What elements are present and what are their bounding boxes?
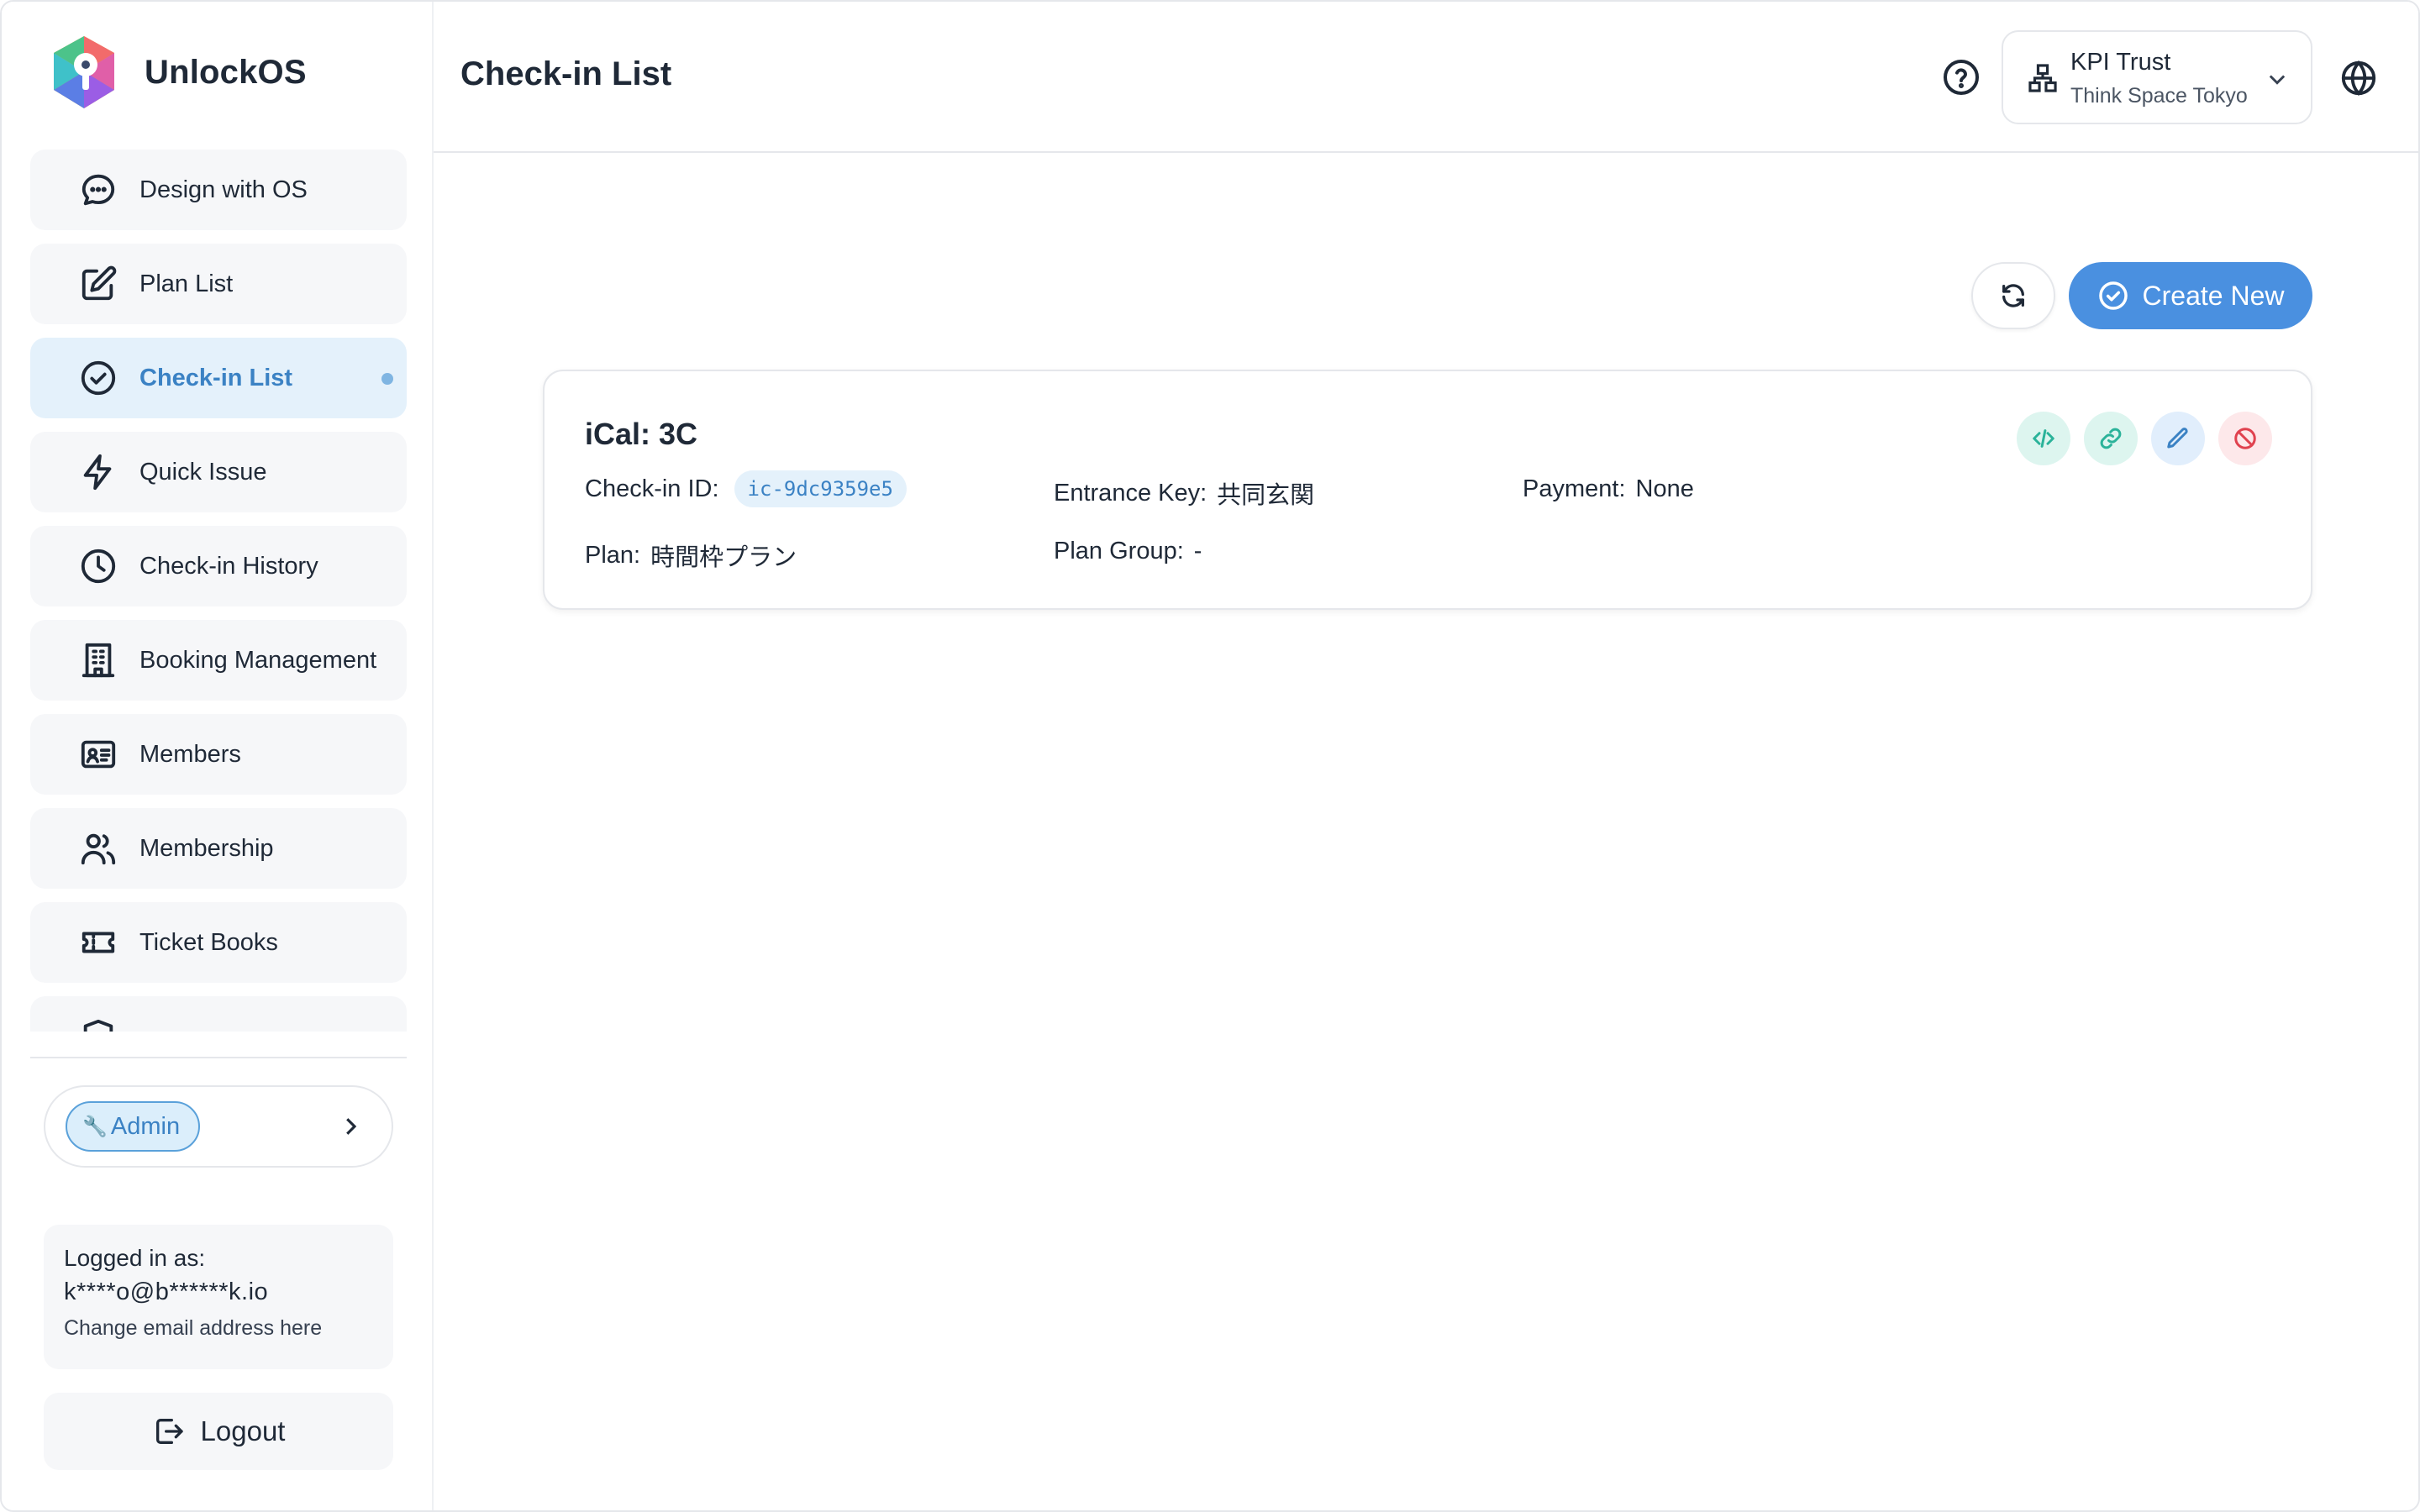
sidebar-item-membership[interactable]: Membership [30, 808, 407, 889]
page-title: Check-in List [460, 55, 672, 92]
checkin-id-chip[interactable]: ic-9dc9359e5 [734, 470, 907, 507]
globe-icon[interactable] [2339, 59, 2378, 97]
sidebar: UnlockOS Design with OS Plan List Check-… [2, 2, 434, 1510]
payment-value: None [1635, 475, 1694, 502]
organization-location: Think Space Tokyo [2070, 84, 2248, 108]
change-email-link[interactable]: Change email address here [64, 1316, 373, 1341]
login-info: Logged in as: k****o@b******k.io Change … [44, 1225, 393, 1369]
checkin-title: iCal: 3C [585, 417, 698, 451]
entrance-key-field: Entrance Key: 共同玄関 [1054, 475, 1314, 511]
chat-bubble-icon [79, 171, 118, 209]
logout-button[interactable]: Logout [44, 1393, 393, 1470]
plan-group-field: Plan Group: - [1054, 538, 1202, 565]
payment-label: Payment: [1523, 475, 1626, 502]
clock-icon [79, 547, 118, 585]
refresh-button[interactable] [1971, 262, 2055, 329]
code-icon [2033, 429, 2054, 448]
sidebar-item-label: Design with OS [139, 176, 308, 203]
sidebar-divider [30, 1057, 407, 1058]
chevron-down-icon [2265, 67, 2289, 91]
link-icon [2100, 428, 2122, 449]
plan-label: Plan: [585, 541, 641, 569]
plan-value: 時間枠プラン [650, 544, 797, 571]
payment-field: Payment: None [1523, 475, 1694, 503]
brand[interactable]: UnlockOS [49, 32, 307, 113]
sidebar-item-label: Booking Management [139, 646, 377, 674]
checkin-id-field: Check-in ID: ic-9dc9359e5 [585, 470, 907, 507]
organization-icon [2027, 62, 2059, 94]
unlockos-logo-icon [54, 36, 114, 108]
pencil-icon [2167, 428, 2188, 449]
logout-icon [155, 1419, 183, 1444]
entrance-key-label: Entrance Key: [1054, 479, 1207, 507]
entrance-key-value: 共同玄関 [1217, 482, 1315, 509]
sidebar-item-check-in-list[interactable]: Check-in List [30, 338, 407, 418]
check-circle-icon [2098, 281, 2128, 310]
sidebar-item-label: Check-in History [139, 552, 318, 580]
sidebar-nav: Design with OS Plan List Check-in List Q… [30, 150, 407, 1032]
sidebar-item-check-in-history[interactable]: Check-in History [30, 526, 407, 606]
logout-label: Logout [200, 1415, 286, 1446]
admin-switch[interactable]: 🔧 Admin [44, 1085, 393, 1168]
sidebar-item-label: Ticket Books [139, 928, 278, 956]
organization-name: KPI Trust [2070, 49, 2171, 76]
ticket-icon [79, 923, 118, 962]
card-actions [2017, 412, 2272, 465]
wrench-icon: 🔧 [82, 1115, 108, 1138]
app-name: UnlockOS [145, 53, 307, 91]
building-icon [79, 641, 118, 680]
refresh-icon [2002, 284, 2024, 307]
sidebar-item-design-with-os[interactable]: Design with OS [30, 150, 407, 230]
check-circle-icon [79, 359, 118, 397]
shield-icon [79, 1017, 118, 1032]
edit-button[interactable] [2151, 412, 2205, 465]
sidebar-item-label: Plan List [139, 270, 234, 297]
sidebar-item-label: Members [139, 740, 241, 768]
disable-button[interactable] [2218, 412, 2272, 465]
sidebar-item-label: Membership [139, 834, 274, 862]
organization-switcher[interactable]: KPI Trust Think Space Tokyo [2002, 30, 2312, 124]
edit-square-icon [79, 265, 118, 303]
id-card-icon [79, 735, 118, 774]
active-indicator-dot [381, 373, 393, 385]
ban-icon [2234, 428, 2256, 449]
app-window: UnlockOS Design with OS Plan List Check-… [0, 0, 2420, 1512]
sidebar-item-ticket-books[interactable]: Ticket Books [30, 902, 407, 983]
plan-group-label: Plan Group: [1054, 538, 1184, 564]
login-label: Logged in as: [64, 1245, 206, 1271]
sidebar-item-label: Quick Issue [139, 458, 267, 486]
sidebar-item-members[interactable]: Members [30, 714, 407, 795]
chevron-right-icon [338, 1114, 363, 1139]
users-icon [79, 829, 118, 868]
create-new-button[interactable]: Create New [2069, 262, 2312, 329]
admin-label: Admin [110, 1112, 181, 1140]
checkin-card: iCal: 3C Check-in ID: ic-9dc9359e5 Entra… [543, 370, 2312, 610]
create-new-label: Create New [2142, 280, 2285, 311]
plan-group-value: - [1193, 538, 1202, 564]
admin-badge: 🔧 Admin [66, 1101, 201, 1152]
sidebar-item-booking-management[interactable]: Booking Management [30, 620, 407, 701]
embed-code-button[interactable] [2017, 412, 2070, 465]
sidebar-item-partial[interactable] [30, 996, 407, 1032]
sidebar-item-quick-issue[interactable]: Quick Issue [30, 432, 407, 512]
sidebar-item-label: Check-in List [139, 364, 293, 391]
checkin-id-label: Check-in ID: [585, 475, 719, 502]
copy-link-button[interactable] [2084, 412, 2138, 465]
lightning-icon [79, 453, 118, 491]
login-email: k****o@b******k.io [64, 1278, 269, 1305]
help-icon[interactable] [1941, 57, 1981, 97]
top-header: Check-in List KPI Trust Think Space Toky… [434, 2, 2418, 153]
plan-field: Plan: 時間枠プラン [585, 538, 797, 573]
sidebar-item-plan-list[interactable]: Plan List [30, 244, 407, 324]
